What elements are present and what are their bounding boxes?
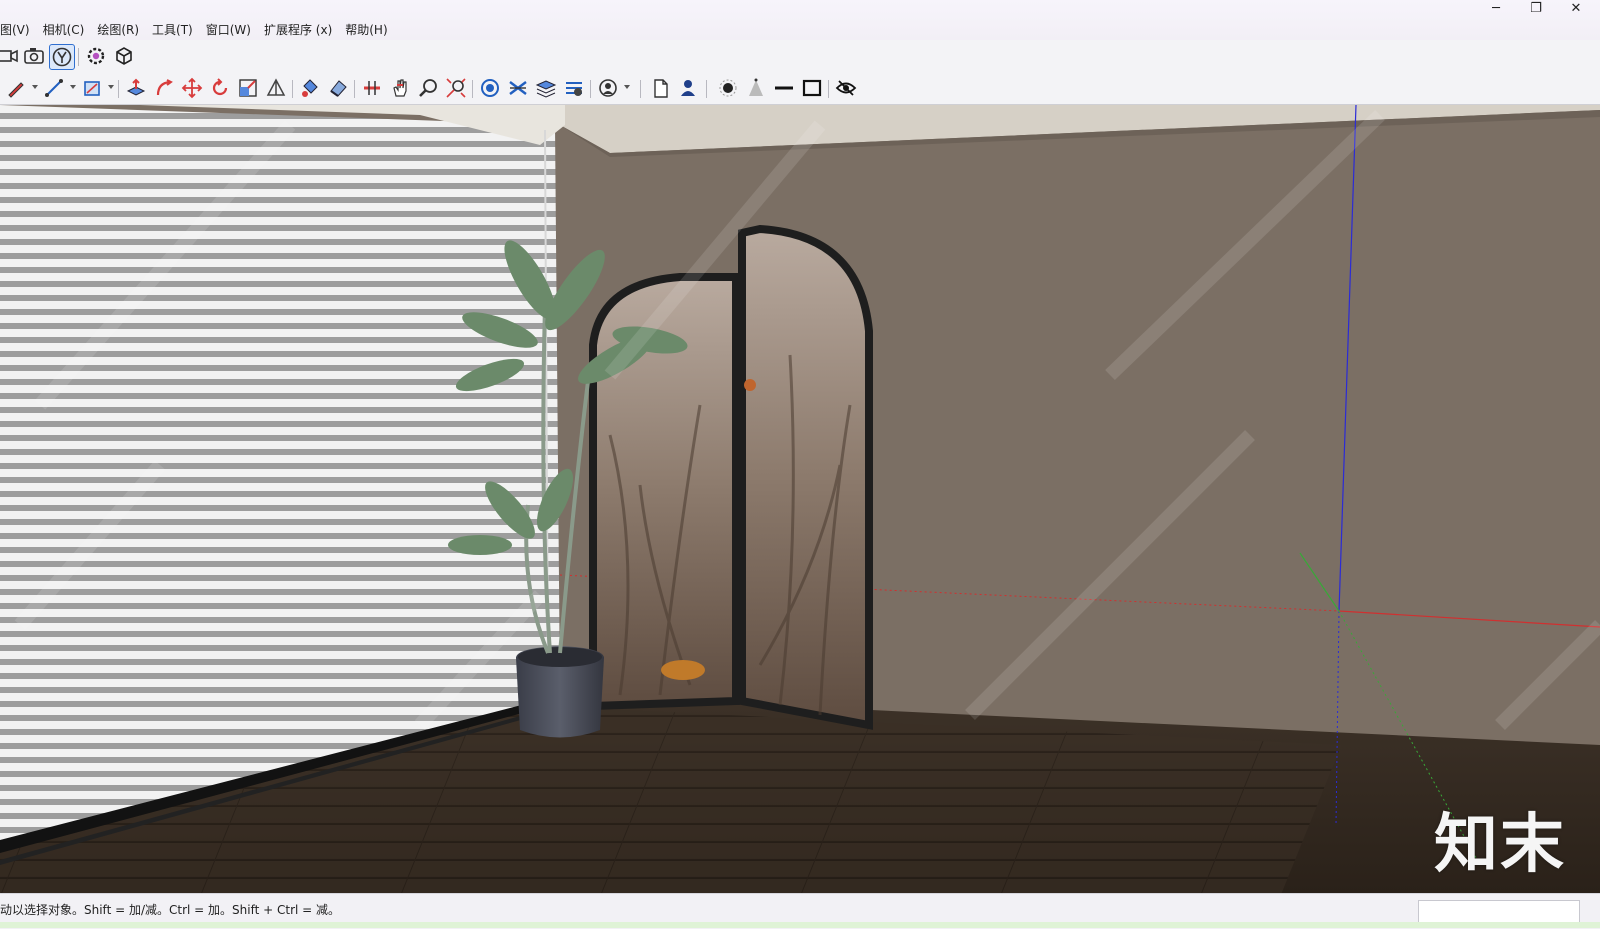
video-camera-icon[interactable] — [0, 44, 20, 68]
section-plane-icon[interactable] — [360, 76, 384, 100]
pan-hand-icon[interactable] — [388, 76, 412, 100]
hidden-eye-icon[interactable] — [834, 76, 858, 100]
main-menu: 图(V) 相机(C) 绘图(R) 工具(T) 窗口(W) 扩展程序 (x) 帮助… — [0, 20, 395, 40]
sun-icon[interactable] — [716, 76, 740, 100]
status-text: 动以选择对象。Shift = 加/减。Ctrl = 加。Shift + Ctrl… — [0, 903, 341, 917]
person-icon[interactable] — [596, 76, 620, 100]
watermark: 知末 ID: 1183257165 — [1281, 793, 1566, 893]
protractor-icon[interactable] — [264, 76, 288, 100]
menu-tools[interactable]: 工具(T) — [146, 20, 200, 40]
cone-icon[interactable] — [744, 76, 768, 100]
page-icon[interactable] — [648, 76, 672, 100]
toolbar-separator — [640, 80, 641, 98]
styles-gear-icon[interactable] — [84, 44, 108, 68]
scene-render — [0, 105, 1600, 893]
restore-button[interactable]: ❐ — [1516, 0, 1556, 20]
component-box-icon[interactable] — [112, 44, 136, 68]
watermark-logo: 知末 — [1434, 808, 1566, 882]
layers-icon[interactable] — [534, 76, 558, 100]
eraser-icon[interactable] — [326, 76, 350, 100]
frame-icon[interactable] — [800, 76, 824, 100]
zoom-icon[interactable] — [416, 76, 440, 100]
line-tool-icon[interactable] — [42, 76, 66, 100]
menu-view[interactable]: 图(V) — [0, 20, 37, 40]
fog-icon[interactable] — [506, 76, 530, 100]
close-button[interactable]: ✕ — [1556, 0, 1596, 20]
smoove-icon[interactable] — [562, 76, 586, 100]
shadows-icon[interactable] — [478, 76, 502, 100]
menu-help[interactable]: 帮助(H) — [339, 20, 394, 40]
toolbar-separator — [78, 48, 79, 66]
rectangle-tool-icon[interactable] — [80, 76, 104, 100]
minimize-button[interactable]: ─ — [1476, 0, 1516, 20]
paint-bucket-icon[interactable] — [298, 76, 322, 100]
scale-icon[interactable] — [236, 76, 260, 100]
bottom-strip — [0, 922, 1600, 928]
move-icon[interactable] — [180, 76, 204, 100]
toolbar-separator — [354, 80, 355, 98]
chevron-down-icon[interactable] — [624, 85, 630, 89]
menu-bar: 图(V) 相机(C) 绘图(R) 工具(T) 窗口(W) 扩展程序 (x) 帮助… — [0, 0, 1600, 41]
toolbar-separator — [828, 80, 829, 98]
user-icon[interactable] — [676, 76, 700, 100]
chevron-down-icon[interactable] — [70, 85, 76, 89]
toolbar-views — [0, 40, 1600, 72]
push-pull-icon[interactable] — [124, 76, 148, 100]
toolbar-separator — [706, 80, 707, 98]
measurements-input[interactable] — [1418, 900, 1580, 924]
zoom-extents-icon[interactable] — [444, 76, 468, 100]
toolbar-separator — [292, 80, 293, 98]
toolbar-separator — [118, 80, 119, 98]
rotate-icon[interactable] — [208, 76, 232, 100]
toolbar-tools — [0, 72, 1600, 105]
menu-draw[interactable]: 绘图(R) — [91, 20, 146, 40]
menu-extensions[interactable]: 扩展程序 (x) — [258, 20, 339, 40]
chevron-down-icon[interactable] — [32, 85, 38, 89]
line-style-icon[interactable] — [772, 76, 796, 100]
menu-camera[interactable]: 相机(C) — [37, 20, 92, 40]
toolbar-separator — [472, 80, 473, 98]
camera-icon[interactable] — [22, 44, 46, 68]
pencil-icon[interactable] — [4, 76, 28, 100]
3d-viewport[interactable]: 知末 ID: 1183257165 — [0, 105, 1600, 893]
menu-window[interactable]: 窗口(W) — [200, 20, 258, 40]
look-around-icon[interactable] — [49, 44, 75, 70]
screen-right-panel — [738, 224, 873, 730]
chevron-down-icon[interactable] — [108, 85, 114, 89]
toolbar-separator — [590, 80, 591, 98]
follow-me-icon[interactable] — [152, 76, 176, 100]
